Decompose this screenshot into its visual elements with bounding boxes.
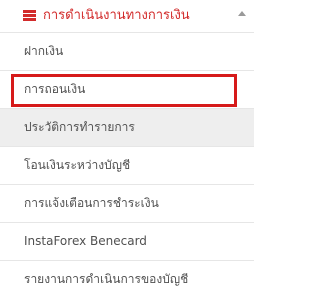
menu-item-label: การแจ้งเตือนการชำระเงิน	[24, 196, 159, 210]
menu-item-account-report[interactable]: รายงานการดำเนินการของบัญชี	[0, 260, 254, 298]
menu-item-label: โอนเงินระหว่างบัญชี	[24, 158, 131, 172]
menu-item-label: InstaForex Benecard	[24, 234, 147, 248]
menu-item-payment-notification[interactable]: การแจ้งเตือนการชำระเงิน	[0, 184, 254, 222]
menu-item-label: รายงานการดำเนินการของบัญชี	[24, 272, 189, 286]
menu-item-withdrawal[interactable]: การถอนเงิน	[0, 70, 254, 108]
finance-menu-title: การดำเนินงานทางการเงิน	[43, 8, 190, 23]
menu-item-label: ฝากเงิน	[24, 44, 64, 58]
menu-item-label: การถอนเงิน	[24, 82, 86, 96]
menu-item-benecard[interactable]: InstaForex Benecard	[0, 222, 254, 260]
finance-menu-header[interactable]: การดำเนินงานทางการเงิน	[0, 0, 254, 32]
chevron-up-icon[interactable]	[238, 11, 246, 16]
menu-item-internal-transfer[interactable]: โอนเงินระหว่างบัญชี	[0, 146, 254, 184]
menu-item-label: ประวัติการทำรายการ	[24, 120, 135, 134]
menu-item-deposit[interactable]: ฝากเงิน	[0, 32, 254, 70]
menu-item-transaction-history[interactable]: ประวัติการทำรายการ	[0, 108, 254, 146]
list-icon	[23, 10, 36, 21]
finance-menu-panel: การดำเนินงานทางการเงิน ฝากเงิน การถอนเงิ…	[0, 0, 254, 306]
